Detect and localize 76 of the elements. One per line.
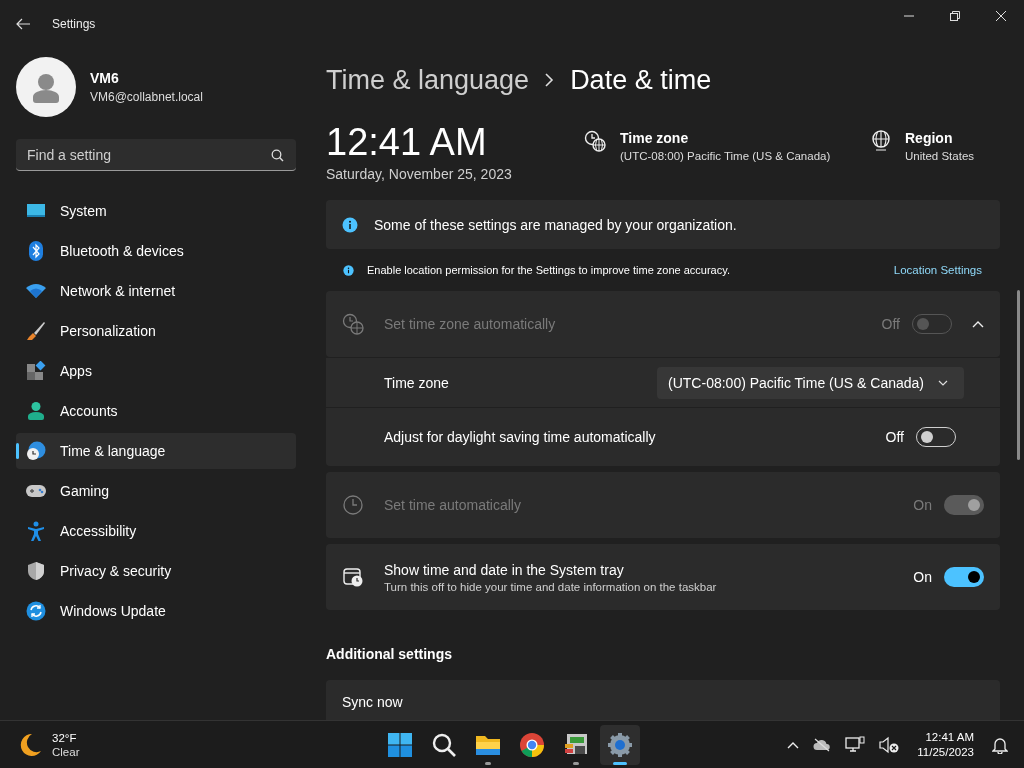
nav-item[interactable]: Apps bbox=[16, 353, 296, 389]
setting-label: Show time and date in the System tray bbox=[384, 561, 625, 578]
time-icon bbox=[26, 441, 46, 461]
nav-item[interactable]: Accounts bbox=[16, 393, 296, 429]
chevron-up-icon[interactable] bbox=[787, 740, 800, 749]
setting-label: Adjust for daylight saving time automatically bbox=[384, 429, 657, 445]
nav-item[interactable]: Network & internet bbox=[16, 273, 296, 309]
scrollbar-thumb[interactable] bbox=[1017, 290, 1020, 460]
current-time: 12:41 AM bbox=[326, 120, 488, 164]
chevron-right-icon bbox=[545, 73, 555, 87]
nav-item[interactable]: Privacy & security bbox=[16, 553, 296, 589]
nav-item[interactable]: Time & language bbox=[16, 433, 296, 469]
user-email: VM6@collabnet.local bbox=[90, 90, 203, 104]
breadcrumb-link[interactable]: Time & language bbox=[326, 64, 530, 96]
location-settings-link[interactable]: Location Settings bbox=[893, 264, 982, 276]
weather-temperature: 32°F bbox=[52, 731, 78, 744]
nav-item[interactable]: Windows Update bbox=[16, 593, 296, 629]
brush-icon bbox=[26, 321, 46, 341]
avatar-icon bbox=[16, 57, 76, 117]
clock-globe-icon bbox=[584, 130, 606, 152]
nav-item[interactable]: Personalization bbox=[16, 313, 296, 349]
update-icon bbox=[26, 601, 46, 621]
info-icon bbox=[343, 264, 354, 276]
grid-icon bbox=[387, 731, 413, 758]
setting-label: Sync now bbox=[342, 694, 404, 710]
toggle-state: Off bbox=[881, 316, 900, 332]
search-icon bbox=[431, 731, 457, 758]
cloud-icon[interactable] bbox=[813, 737, 832, 752]
network-icon[interactable] bbox=[845, 735, 866, 754]
search-icon bbox=[271, 149, 284, 162]
notice-text: Some of these settings are managed by your organization. bbox=[374, 216, 737, 233]
shield-icon bbox=[26, 561, 46, 581]
nav-item[interactable]: System bbox=[16, 193, 296, 229]
clock-globe-icon bbox=[342, 313, 364, 335]
accounts-icon bbox=[26, 401, 46, 421]
volume-muted-icon[interactable] bbox=[879, 735, 900, 754]
window-title: Settings bbox=[52, 17, 96, 31]
weather-condition: Clear bbox=[52, 745, 80, 758]
hint-text: Enable location permission for the Settings to improve time zone accuracy. bbox=[367, 264, 731, 276]
setting-label: Set time zone automatically bbox=[384, 316, 557, 332]
search-field[interactable]: Find a setting bbox=[16, 139, 296, 171]
globe-icon bbox=[871, 130, 891, 152]
bluetooth-icon bbox=[26, 241, 46, 261]
wifi-icon bbox=[26, 281, 46, 301]
apps-icon bbox=[26, 361, 46, 381]
summary-value: United States bbox=[905, 150, 975, 162]
toggle-state: Off bbox=[885, 429, 904, 445]
restore-icon bbox=[950, 11, 960, 21]
summary-value: (UTC-08:00) Pacific Time (US & Canada) bbox=[620, 150, 831, 162]
calendar-clock-icon bbox=[342, 566, 364, 588]
current-date: Saturday, November 25, 2023 bbox=[326, 166, 513, 182]
nav-item[interactable]: Gaming bbox=[16, 473, 296, 509]
summary-title: Time zone bbox=[620, 130, 690, 146]
setting-label: Set time automatically bbox=[384, 497, 522, 513]
clock-icon bbox=[342, 494, 364, 516]
setting-label: Time zone bbox=[384, 374, 450, 391]
access-icon bbox=[26, 521, 46, 541]
nav-item[interactable]: Bluetooth & devices bbox=[16, 233, 296, 269]
toggle-state: On bbox=[913, 497, 932, 513]
browser-icon bbox=[519, 731, 545, 758]
nav-item[interactable]: Accessibility bbox=[16, 513, 296, 549]
moon-icon bbox=[20, 732, 42, 757]
gear-icon bbox=[607, 731, 633, 758]
notification-bell-icon[interactable] bbox=[992, 735, 1008, 754]
user-name: VM6 bbox=[90, 70, 120, 86]
taskbar-clock[interactable]: 12:41 AM 11/25/2023 bbox=[917, 731, 974, 758]
chevron-down-icon bbox=[938, 379, 948, 386]
page-title: Date & time bbox=[570, 64, 712, 96]
info-icon bbox=[342, 216, 358, 233]
setting-description: Turn this off to hide your time and date information on the taskbar bbox=[384, 580, 718, 593]
close-icon bbox=[996, 11, 1006, 21]
toggle-switch[interactable] bbox=[944, 567, 984, 587]
summary-title: Region bbox=[905, 130, 954, 146]
section-heading: Additional settings bbox=[326, 646, 453, 664]
toggle-state: On bbox=[913, 569, 932, 585]
settings-taskbar-button[interactable] bbox=[600, 724, 640, 765]
